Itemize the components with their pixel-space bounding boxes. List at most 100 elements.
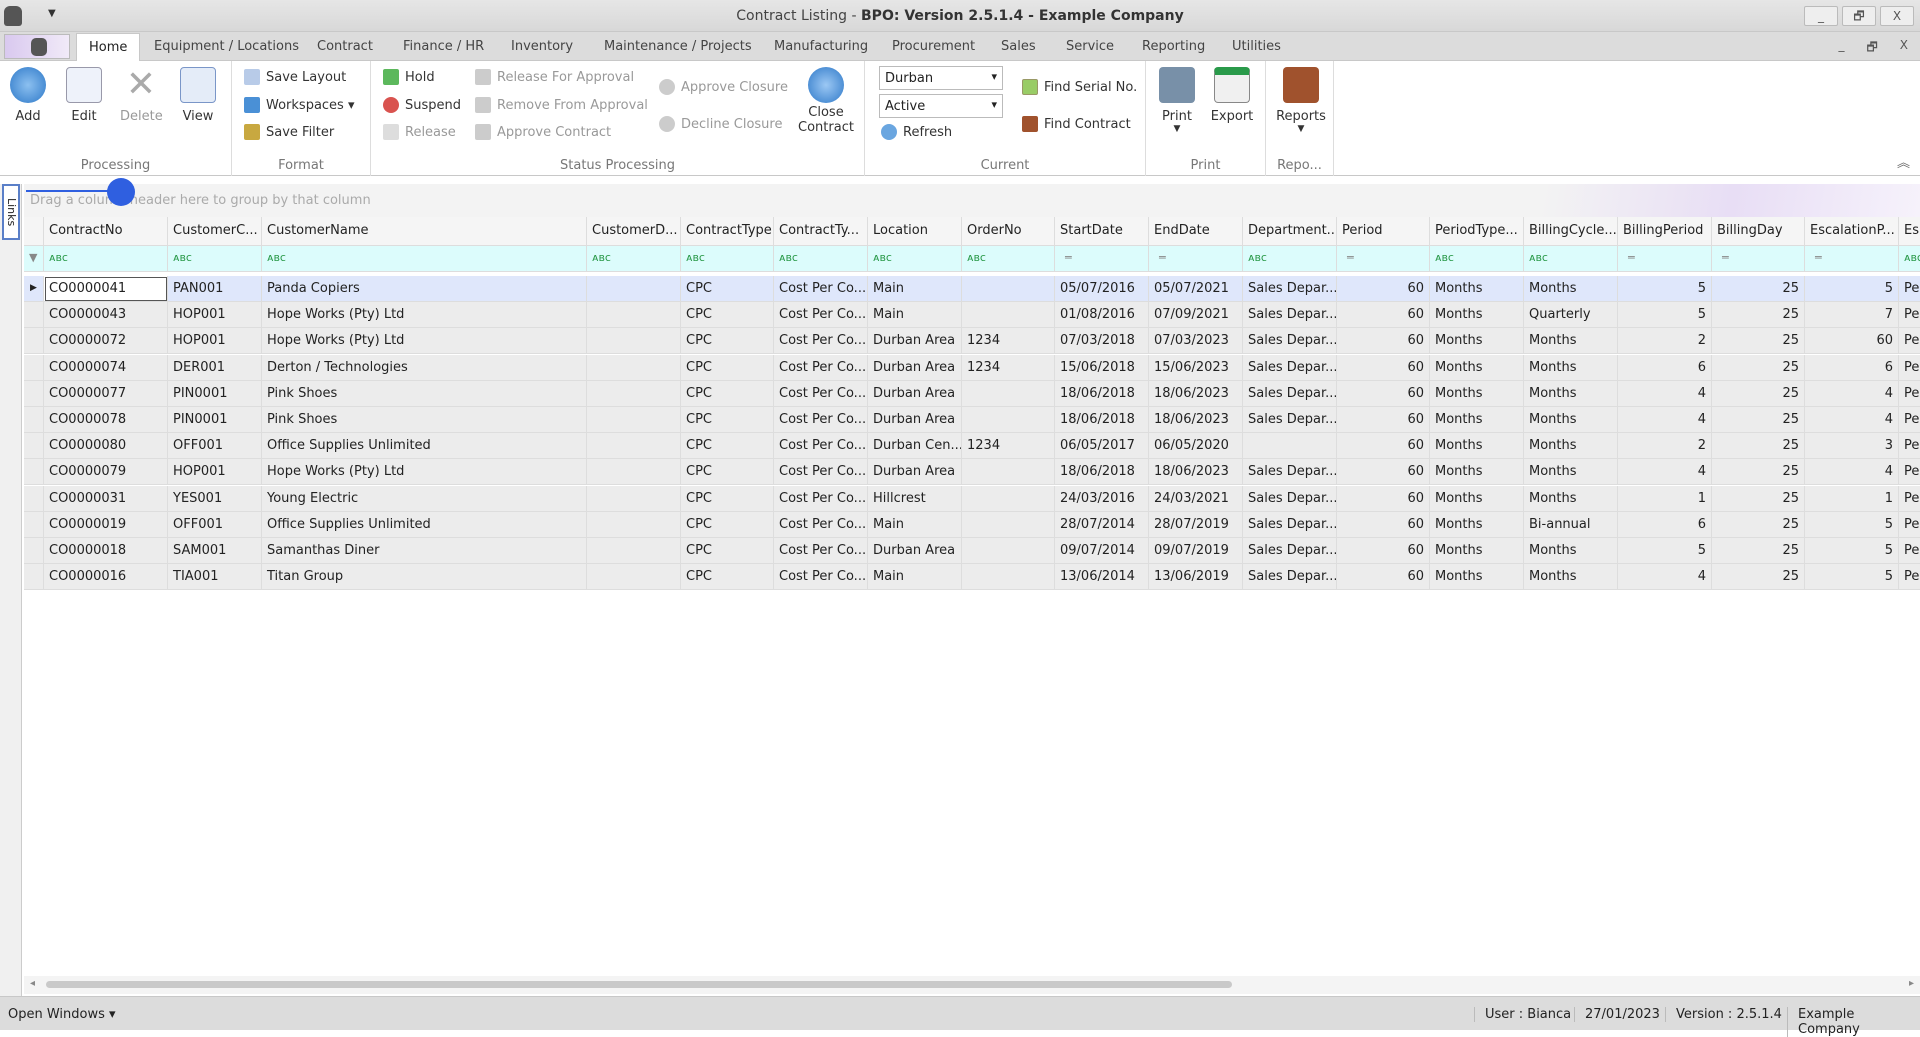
table-cell[interactable]: Months [1430,328,1524,355]
table-cell[interactable]: Sales Depar... [1243,564,1337,591]
decline-closure-button[interactable]: Decline Closure [659,116,782,132]
column-header[interactable]: StartDate [1055,217,1149,246]
table-cell[interactable]: 4 [1805,459,1899,486]
table-cell[interactable]: 25 [1712,511,1805,538]
table-cell[interactable]: Months [1430,302,1524,329]
table-cell[interactable] [587,276,681,302]
table-cell[interactable]: SAM001 [168,538,262,564]
table-cell[interactable]: Pe [1899,276,1920,302]
column-header[interactable]: EndDate [1149,217,1243,246]
table-cell[interactable]: PIN0001 [168,407,262,433]
table-cell[interactable]: 5 [1618,302,1712,329]
text-filter-icon[interactable]: ᴀʙc [168,246,262,272]
row-indicator[interactable] [24,407,44,433]
table-cell[interactable]: 07/09/2021 [1149,302,1243,329]
workspaces-dropdown[interactable]: Workspaces ▾ [244,97,355,113]
text-filter-icon[interactable]: ᴀʙc [774,246,868,272]
mdi-minimize-button[interactable]: _ [1838,38,1844,59]
edit-button[interactable]: Edit [66,67,102,124]
table-cell[interactable]: Panda Copiers [262,276,587,302]
table-row[interactable]: ▶ CO0000041 PAN001 Panda Copiers CPC Cost Per… [24,276,1920,302]
table-cell[interactable]: Derton / Technologies [262,354,587,381]
table-cell[interactable]: DER001 [168,354,262,381]
table-cell[interactable]: 28/07/2014 [1055,511,1149,538]
table-cell[interactable]: 5 [1805,538,1899,564]
mdi-close-button[interactable]: X [1900,38,1908,59]
text-filter-icon[interactable]: ᴀʙc [262,246,587,272]
table-cell[interactable] [962,564,1055,591]
hold-button[interactable]: Hold [383,69,435,85]
branch-select[interactable]: Durban [879,66,1003,90]
table-cell[interactable]: 6 [1618,354,1712,381]
table-cell[interactable] [962,276,1055,302]
table-row[interactable]: CO0000072 HOP001 Hope Works (Pty) Ltd CPC Co… [24,328,1920,355]
table-cell[interactable]: CO0000019 [44,511,168,538]
table-cell[interactable]: 07/03/2023 [1149,328,1243,355]
table-cell[interactable]: Sales Depar... [1243,511,1337,538]
table-cell[interactable]: Cost Per Co... [774,433,868,460]
table-cell[interactable]: Months [1524,276,1618,302]
table-cell[interactable]: Months [1430,407,1524,433]
save-filter-button[interactable]: Save Filter [244,124,334,140]
table-cell[interactable]: Pe [1899,538,1920,564]
table-cell[interactable]: 24/03/2016 [1055,485,1149,512]
table-cell[interactable]: CPC [681,459,774,486]
table-cell[interactable]: Cost Per Co... [774,302,868,329]
table-cell[interactable]: Sales Depar... [1243,354,1337,381]
column-header[interactable]: BillingDay [1712,217,1805,246]
table-cell[interactable]: 5 [1618,538,1712,564]
text-filter-icon[interactable]: ᴀʙc [587,246,681,272]
table-cell[interactable]: Pe [1899,302,1920,329]
table-cell[interactable]: 5 [1805,511,1899,538]
table-cell[interactable]: Sales Depar... [1243,380,1337,407]
table-cell[interactable]: Sales Depar... [1243,302,1337,329]
add-button[interactable]: Add [10,67,46,124]
table-cell[interactable]: Hope Works (Pty) Ltd [262,328,587,355]
table-cell[interactable]: HOP001 [168,459,262,486]
table-cell[interactable]: 4 [1805,380,1899,407]
row-indicator[interactable] [24,564,44,591]
table-cell[interactable]: 6 [1805,354,1899,381]
tab-utilities[interactable]: Utilities [1232,39,1281,54]
column-header[interactable]: EscalationP... [1805,217,1899,246]
table-cell[interactable]: 1234 [962,328,1055,355]
table-cell[interactable]: 7 [1805,302,1899,329]
table-row[interactable]: CO0000019 OFF001 Office Supplies Unlimited… [24,511,1920,538]
table-cell[interactable]: 13/06/2014 [1055,564,1149,591]
table-cell[interactable]: Months [1524,485,1618,512]
table-cell[interactable]: 05/07/2021 [1149,276,1243,302]
tab-home[interactable]: Home [76,33,141,62]
column-header[interactable]: Es [1899,217,1920,246]
table-cell[interactable]: 13/06/2019 [1149,564,1243,591]
table-cell[interactable]: Cost Per Co... [774,538,868,564]
table-cell[interactable]: Durban Area [868,354,962,381]
table-cell[interactable]: 06/05/2020 [1149,433,1243,460]
table-cell[interactable]: 15/06/2023 [1149,354,1243,381]
table-cell[interactable]: Cost Per Co... [774,459,868,486]
column-header[interactable]: ContractType [681,217,774,246]
tab-maintenance-projects[interactable]: Maintenance / Projects [604,39,752,54]
table-cell[interactable]: 4 [1618,380,1712,407]
table-cell[interactable] [587,380,681,407]
row-indicator[interactable] [24,511,44,538]
table-cell[interactable]: Months [1524,564,1618,591]
table-cell[interactable]: Pe [1899,380,1920,407]
text-filter-icon[interactable]: ᴀʙc [1899,246,1920,272]
column-header[interactable]: ContractTy... [774,217,868,246]
table-cell[interactable]: OFF001 [168,433,262,460]
scroll-left-icon[interactable]: ◂ [30,978,35,989]
table-cell[interactable]: 60 [1337,276,1430,302]
table-cell[interactable]: 25 [1712,485,1805,512]
table-cell[interactable]: Main [868,302,962,329]
table-cell[interactable]: Hope Works (Pty) Ltd [262,302,587,329]
remove-from-approval-button[interactable]: Remove From Approval [475,97,648,113]
table-cell[interactable]: 60 [1337,380,1430,407]
table-cell[interactable]: Months [1430,276,1524,302]
tab-service[interactable]: Service [1066,39,1114,54]
table-cell[interactable]: CPC [681,380,774,407]
table-cell[interactable]: Durban Area [868,407,962,433]
status-select[interactable]: Active [879,94,1003,118]
tab-procurement[interactable]: Procurement [892,39,975,54]
table-cell[interactable]: 60 [1337,433,1430,460]
table-cell[interactable]: 4 [1618,459,1712,486]
